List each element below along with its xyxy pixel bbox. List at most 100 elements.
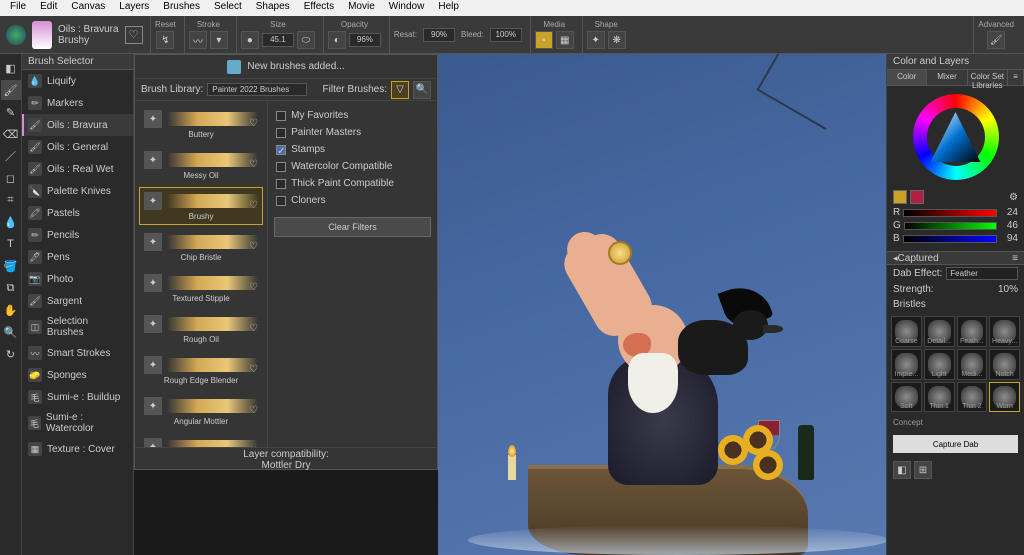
brush-category-item[interactable]: 毛Sumi-e : Watercolor [22,408,133,438]
current-brush-icon[interactable] [32,21,52,49]
rgb-slider[interactable] [904,222,997,230]
advanced-brush-icon[interactable]: 🖌 [987,31,1005,49]
filter-checkbox[interactable] [276,179,286,189]
bristle-preset[interactable]: Detail... [924,316,955,347]
brush-category-item[interactable]: 🖌Oils : Real Wet [22,158,133,180]
tool-shape-icon[interactable]: ◻ [1,168,21,188]
brush-library-select[interactable]: Painter 2022 Brushes [207,83,307,96]
bristle-preset[interactable]: Feath... [957,316,988,347]
color-tab[interactable]: Mixer [927,70,967,85]
bottom-tool-2-icon[interactable]: ⊞ [914,461,932,479]
brush-category-item[interactable]: 🖊Pens [22,246,133,268]
brush-variant-item[interactable]: ✦Messy Oil♡ [139,146,263,184]
brush-category-item[interactable]: 🖌Oils : Bravura [22,114,133,136]
brush-category-item[interactable]: 📷Photo [22,268,133,290]
brush-variant-item[interactable]: ✦Chip Bristle♡ [139,228,263,266]
variant-favorite-icon[interactable]: ♡ [249,118,258,129]
variant-favorite-icon[interactable]: ♡ [249,446,258,447]
brush-category-item[interactable]: 💧Liquify [22,70,133,92]
brush-variant-item[interactable]: ✦Buttery♡ [139,105,263,143]
filter-checkbox[interactable] [276,162,286,172]
size-link-icon[interactable]: ⬭ [297,31,315,49]
brush-variant-item[interactable]: ✦Angular Mottler♡ [139,392,263,430]
variant-favorite-icon[interactable]: ♡ [249,282,258,293]
brush-variant-item[interactable]: ✦Mottler Dry♡ [139,433,263,447]
canvas-viewport[interactable] [438,54,886,555]
menu-help[interactable]: Help [431,0,466,16]
brush-category-item[interactable]: 毛Sumi-e : Buildup [22,386,133,408]
color-tabs-menu-icon[interactable]: ≡ [1008,70,1024,85]
brush-category-item[interactable]: ✏Pencils [22,224,133,246]
filter-funnel-icon[interactable]: ▽ [391,81,409,99]
variant-favorite-icon[interactable]: ♡ [249,364,258,375]
menu-layers[interactable]: Layers [112,0,156,16]
bristle-preset[interactable]: Soft [891,382,922,413]
brush-variant-item[interactable]: ✦Rough Oil♡ [139,310,263,348]
shape-1-icon[interactable]: ✦ [587,31,605,49]
bristle-preset[interactable]: Impre... [891,349,922,380]
menu-brushes[interactable]: Brushes [156,0,207,16]
size-input[interactable]: 45.1 [262,33,294,47]
bristle-preset[interactable]: Heavy... [989,316,1020,347]
brush-category-item[interactable]: ▦Texture : Cover [22,438,133,460]
tool-crop-icon[interactable]: ⌗ [1,190,21,210]
brush-category-item[interactable]: 🧽Sponges [22,364,133,386]
filter-checkbox[interactable] [276,111,286,121]
dab-effect-select[interactable]: Feather [946,267,1018,280]
tool-zoom-icon[interactable]: 🔍 [1,322,21,342]
filter-row[interactable]: ✓Stamps [274,141,431,158]
stroke-dropdown-icon[interactable]: ▾ [210,31,228,49]
brush-variant-item[interactable]: ✦Rough Edge Blender♡ [139,351,263,389]
bristle-preset[interactable]: Medi... [957,349,988,380]
tool-clone-icon[interactable]: ⧉ [1,278,21,298]
color-menu-icon[interactable]: ⚙ [1009,192,1018,203]
clear-filters-button[interactable]: Clear Filters [274,217,431,237]
brush-category-item[interactable]: 🔪Palette Knives [22,180,133,202]
menu-effects[interactable]: Effects [297,0,341,16]
brush-category-item[interactable]: 🖌Sargent [22,290,133,312]
brush-variant-item[interactable]: ✦Brushy♡ [139,187,263,225]
menu-edit[interactable]: Edit [33,0,64,16]
tool-eyedropper-icon[interactable]: 💧 [1,212,21,232]
variant-favorite-icon[interactable]: ♡ [249,200,258,211]
shape-2-icon[interactable]: ❋ [608,31,626,49]
color-tab[interactable]: Color Set Libraries [968,70,1008,85]
stroke-preview-icon[interactable]: 〰 [189,31,207,49]
tool-text-icon[interactable]: T [1,234,21,254]
menu-shapes[interactable]: Shapes [249,0,297,16]
filter-row[interactable]: Watercolor Compatible [274,158,431,175]
filter-row[interactable]: Painter Masters [274,124,431,141]
brush-category-item[interactable]: ✏Markers [22,92,133,114]
captured-menu-icon[interactable]: ≡ [1012,253,1018,264]
capture-dab-button[interactable]: Capture Dab [893,435,1018,453]
filter-checkbox[interactable]: ✓ [276,145,286,155]
bristle-preset[interactable]: Worn [989,382,1020,413]
variant-favorite-icon[interactable]: ♡ [249,241,258,252]
opacity-input[interactable]: 96% [349,33,381,47]
menu-movie[interactable]: Movie [341,0,382,16]
tool-eraser-icon[interactable]: ⌫ [1,124,21,144]
bristle-preset[interactable]: Light [924,349,955,380]
variant-favorite-icon[interactable]: ♡ [249,159,258,170]
brush-variant-item[interactable]: ✦Textured Stipple♡ [139,269,263,307]
bottom-tool-1-icon[interactable]: ◧ [893,461,911,479]
tool-brush-icon[interactable]: 🖌 [1,80,21,100]
color-swatch-main[interactable] [893,190,907,204]
tool-rotate-icon[interactable]: ↻ [1,344,21,364]
bristle-preset[interactable]: Thin 1 [924,382,955,413]
bristle-preset[interactable]: Notch [989,349,1020,380]
brush-category-item[interactable]: 🖌Oils : General [22,136,133,158]
filter-row[interactable]: My Favorites [274,107,431,124]
variant-favorite-icon[interactable]: ♡ [249,405,258,416]
tool-pen-icon[interactable]: ✎ [1,102,21,122]
tool-line-icon[interactable]: ／ [1,146,21,166]
brush-category-item[interactable]: 🖍Pastels [22,202,133,224]
media-paper-icon[interactable]: ▦ [556,31,574,49]
resat-input[interactable]: 90% [423,28,455,42]
tool-dropper-icon[interactable]: ◧ [1,58,21,78]
filter-checkbox[interactable] [276,128,286,138]
tool-fill-icon[interactable]: 🪣 [1,256,21,276]
filter-checkbox[interactable] [276,196,286,206]
rgb-slider[interactable] [903,209,997,217]
menu-select[interactable]: Select [207,0,249,16]
